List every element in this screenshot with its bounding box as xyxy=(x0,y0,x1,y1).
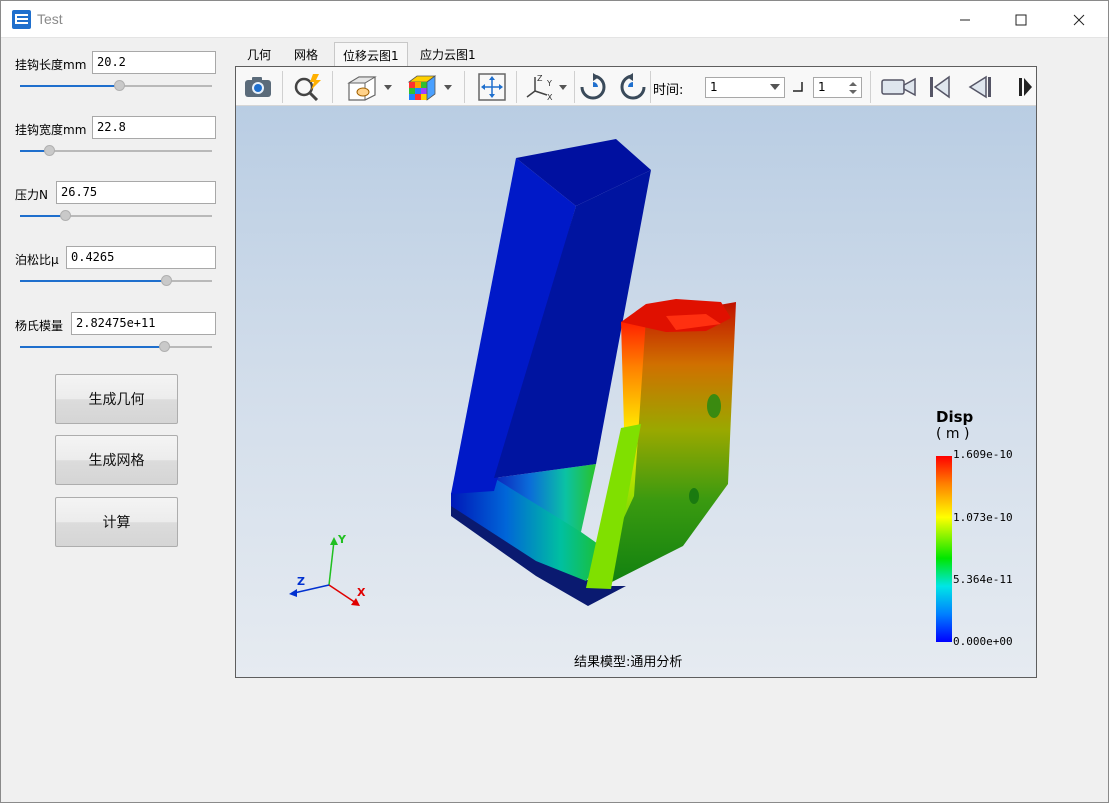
hook-width-slider[interactable] xyxy=(20,145,212,157)
color-cube-icon xyxy=(407,75,452,101)
previous-frame-icon xyxy=(968,75,991,99)
minimize-button[interactable] xyxy=(936,1,994,38)
minimize-icon xyxy=(960,19,970,20)
tab-displacement-contour[interactable]: 位移云图1 xyxy=(334,42,408,66)
legend-title: Disp xyxy=(936,408,974,426)
slider-handle[interactable] xyxy=(44,145,55,156)
viewer-toolbar: Z Y X 时间: 1 1 xyxy=(236,67,1036,106)
time-select[interactable]: 1 xyxy=(705,77,785,98)
rotate-cw-icon xyxy=(580,73,606,100)
youngs-modulus-input[interactable]: 2.82475e+11 xyxy=(71,312,216,335)
previous-frame-button[interactable] xyxy=(965,72,995,102)
slider-fill xyxy=(20,85,120,87)
svg-text:Z: Z xyxy=(537,74,543,83)
axis-view-icon: Z Y X xyxy=(526,74,567,101)
poisson-ratio-input[interactable]: 0.4265 xyxy=(66,246,216,269)
quick-zoom-button[interactable] xyxy=(291,72,325,102)
slider-fill xyxy=(20,215,66,217)
corner-marker-icon xyxy=(793,82,803,92)
first-frame-button[interactable] xyxy=(925,72,955,102)
display-mode-icon xyxy=(347,76,392,101)
axis-label-z: Z xyxy=(297,575,305,588)
rotate-ccw-icon xyxy=(620,73,646,100)
maximize-icon xyxy=(1015,14,1027,25)
legend-tick-max: 1.609e-10 xyxy=(953,448,1013,461)
legend-tick-3: 5.364e-11 xyxy=(953,573,1013,586)
slider-handle[interactable] xyxy=(159,341,170,352)
slider-handle[interactable] xyxy=(114,80,125,91)
legend-color-bar xyxy=(936,456,952,642)
hook-length-slider[interactable] xyxy=(20,80,212,92)
step-spinbox-value: 1 xyxy=(818,80,826,94)
param-label-hook-width: 挂钩宽度mm xyxy=(15,123,87,137)
hook-length-input[interactable]: 20.2 xyxy=(92,51,216,74)
generate-geometry-button[interactable]: 生成几何 xyxy=(55,374,178,424)
generate-mesh-button[interactable]: 生成网格 xyxy=(55,435,178,485)
app-window: Test 挂钩长度mm 20.2 挂钩宽度mm 22.8 压力N 26.75 泊… xyxy=(0,0,1109,803)
hook-width-input[interactable]: 22.8 xyxy=(92,116,216,139)
chevron-down-icon xyxy=(770,84,780,90)
svg-text:Y: Y xyxy=(546,79,552,88)
svg-text:X: X xyxy=(547,93,553,101)
result-model-caption: 结果模型:通用分析 xyxy=(574,655,683,670)
fit-view-icon xyxy=(478,73,506,101)
display-mode-dropdown[interactable] xyxy=(344,72,394,102)
close-button[interactable] xyxy=(1050,1,1108,38)
app-icon xyxy=(12,10,31,29)
title-bar: Test xyxy=(1,1,1108,38)
video-camera-icon xyxy=(881,77,916,97)
param-label-poisson: 泊松比μ xyxy=(15,253,59,267)
slider-fill xyxy=(20,346,165,348)
tab-stress-contour[interactable]: 应力云图1 xyxy=(412,42,484,66)
poisson-ratio-slider[interactable] xyxy=(20,275,212,287)
legend-unit: ( m ) xyxy=(936,426,970,442)
slider-handle[interactable] xyxy=(60,210,71,221)
legend-tick-2: 1.073e-10 xyxy=(953,511,1013,524)
screenshot-button[interactable] xyxy=(241,72,275,102)
camera-icon xyxy=(245,77,271,97)
axis-triad xyxy=(289,537,360,606)
maximize-button[interactable] xyxy=(992,1,1050,38)
time-label: 时间: xyxy=(653,83,684,98)
window-title: Test xyxy=(37,11,63,27)
param-label-youngs-modulus: 杨氏模量 xyxy=(15,319,64,333)
spin-arrows-icon[interactable] xyxy=(849,81,857,95)
viewport-canvas[interactable]: Y X Z Disp ( m ) 1.609e-10 1.073e-10 5.3… xyxy=(236,106,1036,677)
color-map-dropdown[interactable] xyxy=(404,72,454,102)
fit-view-button[interactable] xyxy=(475,72,509,102)
result-viewer: Z Y X 时间: 1 1 Y X Z Disp (m) 1.609e-10… xyxy=(235,66,1037,678)
tab-mesh[interactable]: 网格 xyxy=(286,42,326,66)
time-select-value: 1 xyxy=(710,80,718,94)
slider-fill xyxy=(20,280,167,282)
compute-button[interactable]: 计算 xyxy=(55,497,178,547)
param-label-pressure: 压力N xyxy=(15,188,48,202)
axis-label-x: X xyxy=(357,586,366,599)
legend-tick-min: 0.000e+00 xyxy=(953,635,1013,648)
pressure-slider[interactable] xyxy=(20,210,212,222)
step-spinbox[interactable]: 1 xyxy=(813,77,862,98)
slider-handle[interactable] xyxy=(161,275,172,286)
quick-zoom-icon xyxy=(294,74,321,101)
param-label-hook-length: 挂钩长度mm xyxy=(15,58,87,72)
record-video-button[interactable] xyxy=(879,72,919,102)
axis-view-dropdown[interactable]: Z Y X xyxy=(523,72,569,102)
play-button[interactable] xyxy=(1016,72,1036,102)
rotate-counterclockwise-button[interactable] xyxy=(616,72,650,102)
close-icon xyxy=(1073,14,1085,25)
play-icon xyxy=(1019,78,1032,96)
youngs-modulus-slider[interactable] xyxy=(20,341,212,353)
axis-label-y: Y xyxy=(338,533,346,546)
pressure-input[interactable]: 26.75 xyxy=(56,181,216,204)
first-frame-icon xyxy=(930,75,950,99)
tab-geometry[interactable]: 几何 xyxy=(239,42,279,66)
rotate-clockwise-button[interactable] xyxy=(576,72,610,102)
